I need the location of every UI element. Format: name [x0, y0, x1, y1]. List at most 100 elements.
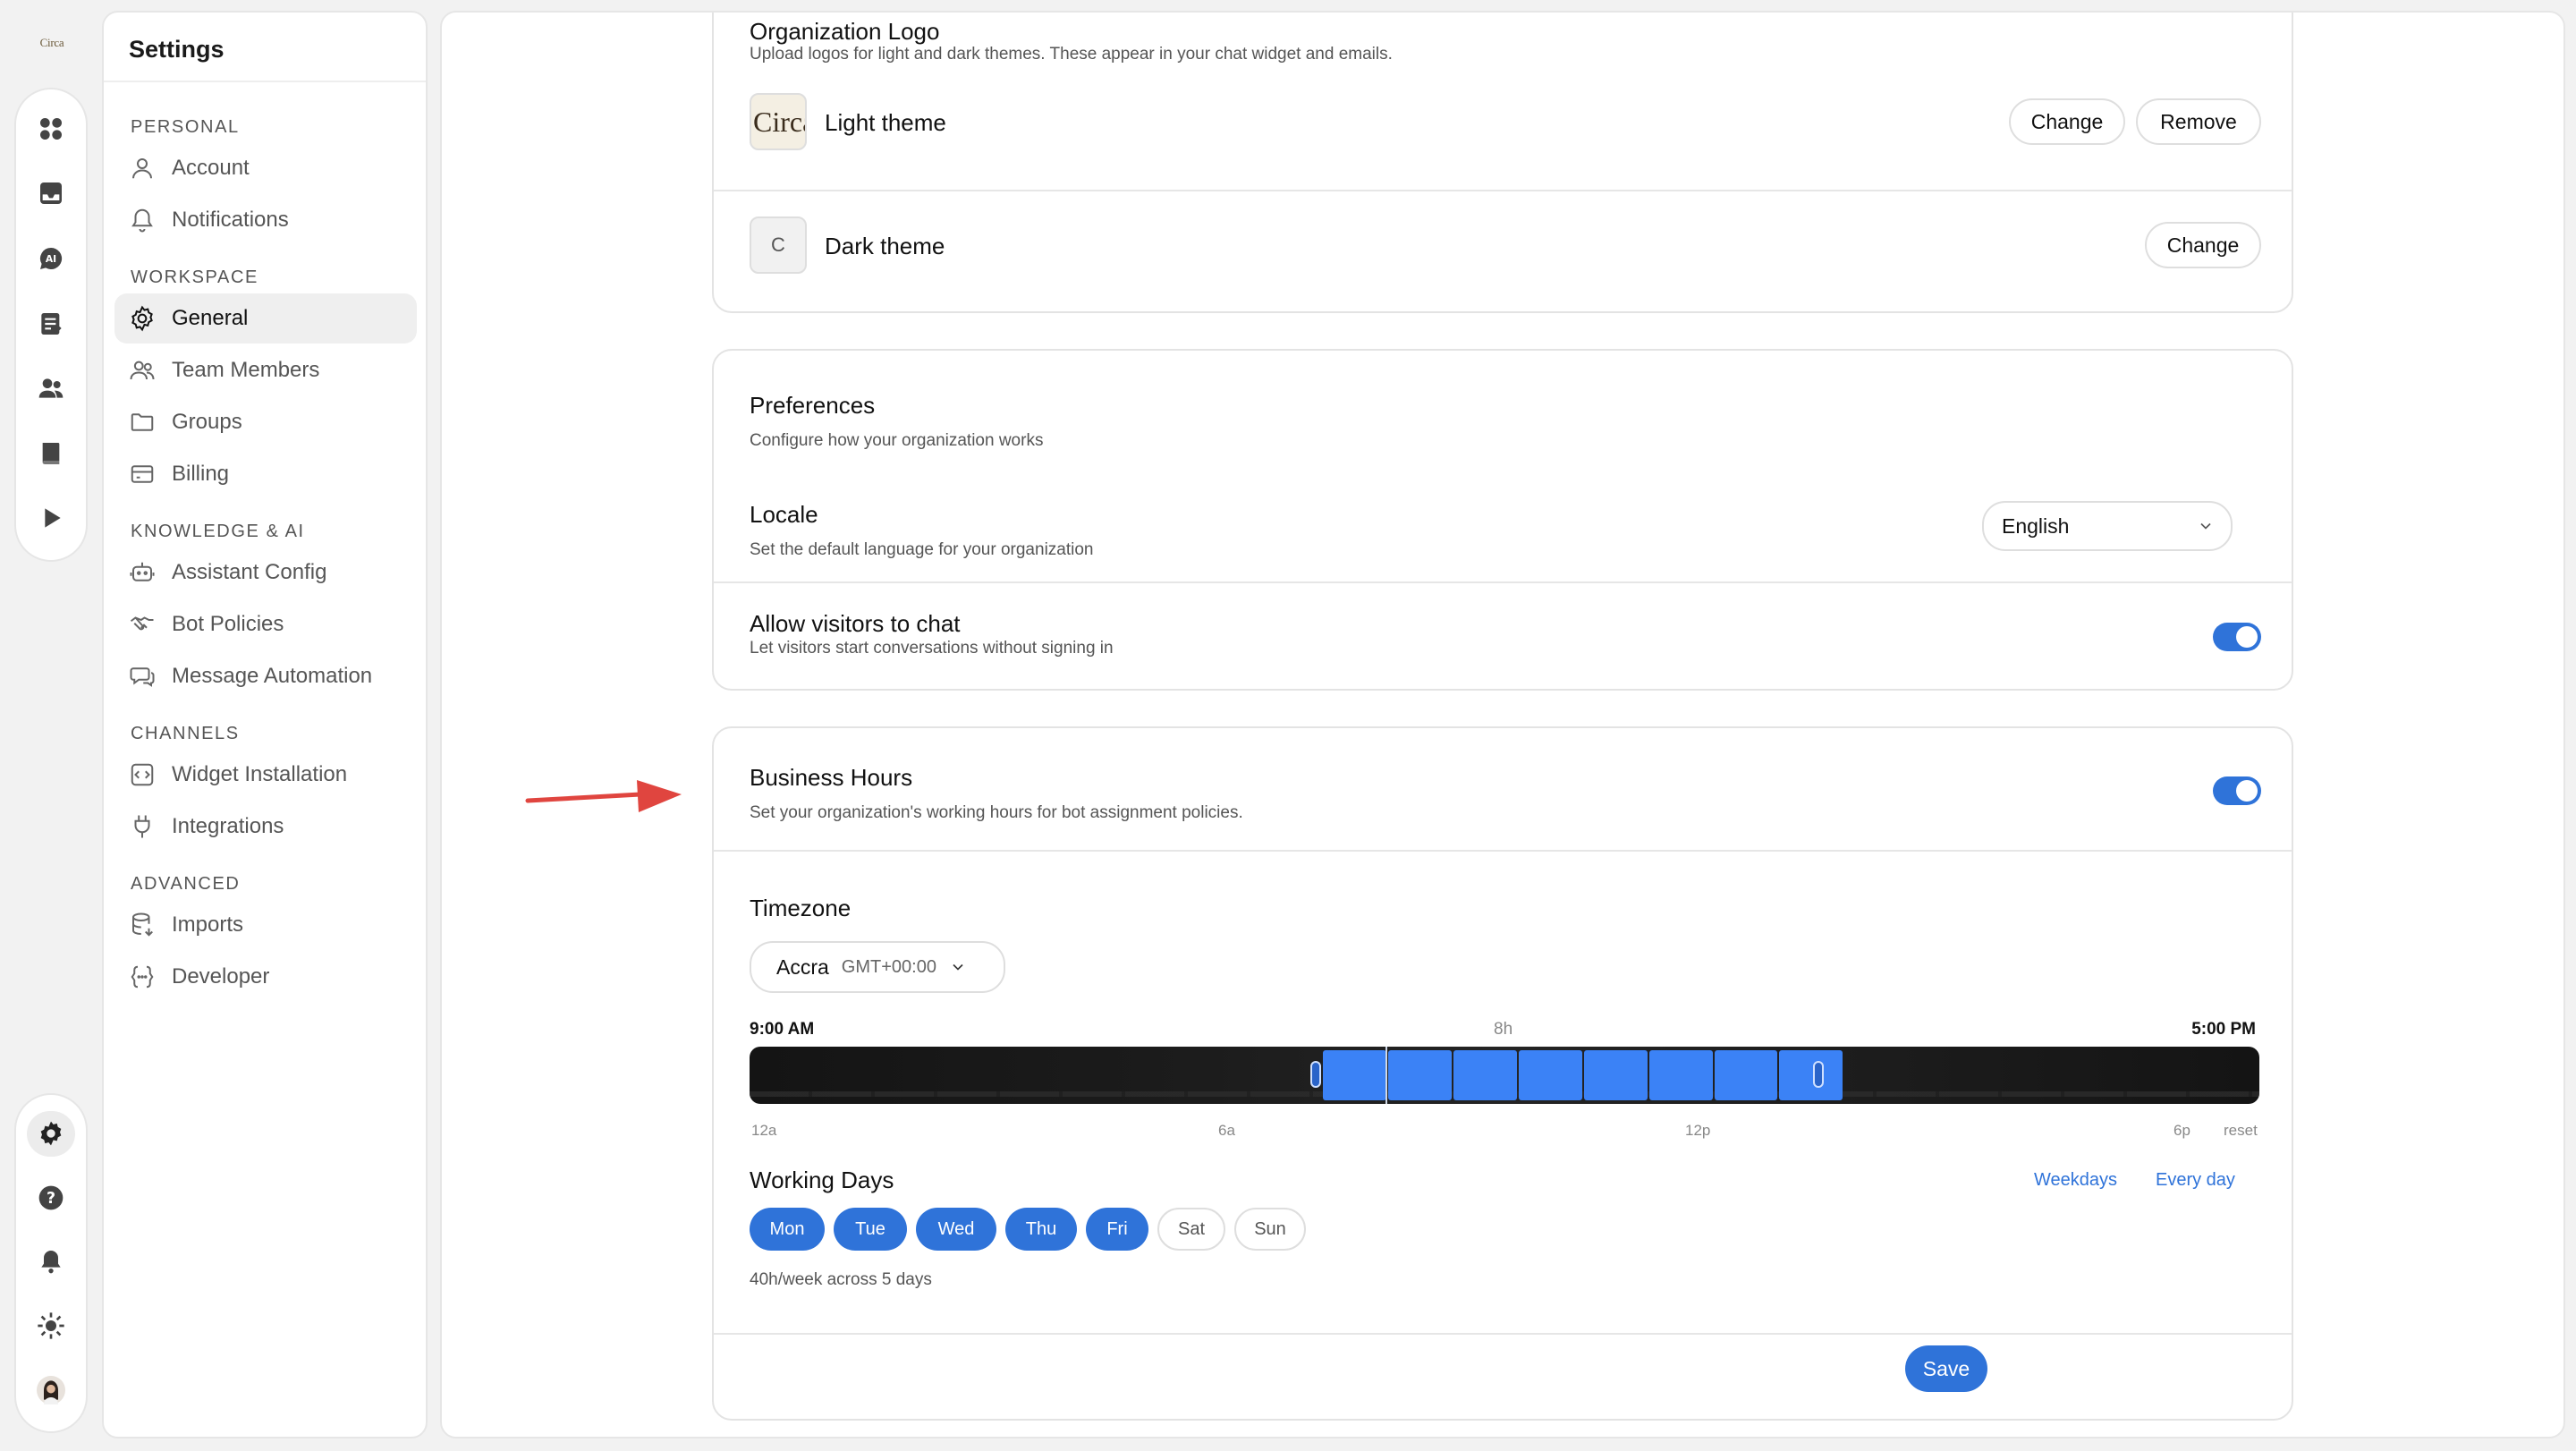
sidebar-item-label: Imports	[172, 912, 244, 937]
section-label-advanced: ADVANCED	[131, 874, 241, 894]
sidebar-item-assistant-config[interactable]: Assistant Config	[114, 547, 417, 598]
tasks-icon[interactable]	[27, 301, 75, 347]
handshake-icon	[130, 616, 154, 631]
sidebar-item-message-automation[interactable]: Message Automation	[114, 651, 417, 701]
logo-card-title: Organization Logo	[750, 18, 940, 45]
contacts-icon[interactable]	[27, 365, 75, 412]
day-chip-fri[interactable]: Fri	[1086, 1208, 1148, 1251]
ai-chat-icon[interactable]: AI	[27, 235, 75, 282]
sidebar-item-integrations[interactable]: Integrations	[114, 802, 417, 852]
inbox-icon[interactable]	[27, 171, 75, 217]
light-logo-text: Circa	[753, 105, 805, 138]
timeline-hour-block[interactable]	[1323, 1050, 1386, 1100]
preferences-description: Configure how your organization works	[750, 431, 1044, 450]
day-chip-tue[interactable]: Tue	[834, 1208, 907, 1251]
axis-label-6p: 6p	[2174, 1122, 2190, 1139]
sidebar-item-label: Bot Policies	[172, 612, 284, 636]
business-hours-description: Set your organization's working hours fo…	[750, 803, 1243, 822]
sidebar-item-bot-policies[interactable]: Bot Policies	[114, 599, 417, 649]
sidebar-item-team-members[interactable]: Team Members	[114, 345, 417, 395]
chevron-down-icon	[2200, 522, 2211, 530]
save-button[interactable]: Save	[1905, 1345, 1987, 1392]
allow-visitors-title: Allow visitors to chat	[750, 610, 961, 637]
timeline-hour-block[interactable]	[1387, 1050, 1452, 1100]
dark-logo-text: C	[771, 233, 785, 256]
dark-logo-change-button[interactable]: Change	[2145, 222, 2261, 268]
working-hours-summary: 40h/week across 5 days	[750, 1270, 932, 1289]
axis-label-12p: 12p	[1685, 1122, 1711, 1139]
sidebar-item-imports[interactable]: Imports	[114, 900, 417, 950]
timeline-hour-block[interactable]	[1453, 1050, 1517, 1100]
sidebar-item-account[interactable]: Account	[114, 143, 417, 193]
axis-label-12a: 12a	[751, 1122, 777, 1139]
sun-icon[interactable]	[27, 1303, 75, 1349]
weekdays-preset-link[interactable]: Weekdays	[2034, 1170, 2117, 1191]
timeline-hour-block[interactable]	[1583, 1050, 1648, 1100]
every-day-preset-link[interactable]: Every day	[2156, 1170, 2235, 1191]
allow-visitors-toggle[interactable]	[2213, 623, 2261, 651]
hours-end-label: 5:00 PM	[2191, 1020, 2256, 1039]
settings-main-panel: Organization Logo Upload logos for light…	[440, 11, 2565, 1438]
day-chip-thu[interactable]: Thu	[1005, 1208, 1077, 1251]
svg-text:AI: AI	[46, 253, 56, 265]
timeline-reset-link[interactable]: reset	[2224, 1122, 2258, 1140]
preferences-title: Preferences	[750, 392, 876, 419]
bell-icon[interactable]	[27, 1239, 75, 1285]
settings-sidebar: Settings PERSONAL Account Notifications …	[102, 11, 428, 1438]
sidebar-item-widget-installation[interactable]: Widget Installation	[114, 750, 417, 800]
locale-select[interactable]: English	[1982, 501, 2233, 551]
timeline-hour-block[interactable]	[1648, 1050, 1713, 1100]
allow-visitors-description: Let visitors start conversations without…	[750, 639, 1114, 658]
sidebar-item-label: Billing	[172, 462, 230, 486]
business-hours-timeline[interactable]	[750, 1047, 2259, 1104]
credit-card-icon	[131, 465, 154, 483]
business-hours-toggle[interactable]	[2213, 776, 2261, 805]
logo-card-description: Upload logos for light and dark themes. …	[750, 45, 1393, 64]
organization-logo-card: Organization Logo Upload logos for light…	[712, 13, 2293, 313]
sidebar-title: Settings	[104, 13, 426, 82]
help-icon[interactable]: ?	[27, 1175, 75, 1221]
sidebar-item-developer[interactable]: Developer	[114, 952, 417, 1002]
sidebar-item-label: Assistant Config	[172, 560, 327, 584]
sidebar-item-groups[interactable]: Groups	[114, 397, 417, 447]
timeline-hour-block[interactable]	[1518, 1050, 1582, 1100]
svg-text:?: ?	[47, 1190, 55, 1208]
light-logo-remove-button[interactable]: Remove	[2136, 98, 2261, 145]
sidebar-item-label: Message Automation	[172, 664, 373, 688]
timeline-hour-block[interactable]	[1714, 1050, 1778, 1100]
hours-duration-label: 8h	[1494, 1020, 1513, 1039]
folder-icon	[131, 413, 154, 431]
timeline-hour-block[interactable]	[1779, 1050, 1843, 1100]
knowledge-icon[interactable]	[27, 430, 75, 477]
annotation-arrow	[525, 780, 682, 812]
timezone-select[interactable]: Accra GMT+00:00	[750, 941, 1005, 993]
brand-logo[interactable]: Circa	[34, 36, 70, 55]
day-chip-sat[interactable]: Sat	[1157, 1208, 1225, 1251]
sidebar-item-label: Notifications	[172, 208, 289, 232]
primary-nav-rail: AI	[14, 88, 88, 562]
timezone-label: Timezone	[750, 895, 852, 921]
dark-theme-label: Dark theme	[825, 233, 945, 259]
sidebar-item-billing[interactable]: Billing	[114, 449, 417, 499]
settings-icon[interactable]	[27, 1111, 75, 1157]
day-chip-sun[interactable]: Sun	[1234, 1208, 1306, 1251]
play-icon[interactable]	[27, 495, 75, 541]
sidebar-item-notifications[interactable]: Notifications	[114, 195, 417, 245]
section-label-channels: CHANNELS	[131, 724, 240, 743]
avatar[interactable]	[27, 1367, 75, 1413]
timezone-offset: GMT+00:00	[841, 956, 936, 977]
day-chip-wed[interactable]: Wed	[916, 1208, 996, 1251]
dashboard-icon[interactable]	[27, 106, 75, 152]
locale-select-value: English	[2002, 513, 2070, 538]
sidebar-item-label: Team Members	[172, 358, 320, 382]
sidebar-item-label: Widget Installation	[172, 762, 348, 786]
locale-description: Set the default language for your organi…	[750, 540, 1094, 559]
sidebar-item-label: General	[172, 306, 249, 330]
section-label-personal: PERSONAL	[131, 117, 240, 137]
axis-label-6a: 6a	[1218, 1122, 1235, 1139]
timeline-end-handle[interactable]	[1813, 1061, 1824, 1088]
sidebar-item-general[interactable]: General	[114, 293, 417, 344]
day-chip-mon[interactable]: Mon	[750, 1208, 825, 1251]
timeline-start-handle[interactable]	[1310, 1061, 1321, 1088]
light-logo-change-button[interactable]: Change	[2009, 98, 2125, 145]
